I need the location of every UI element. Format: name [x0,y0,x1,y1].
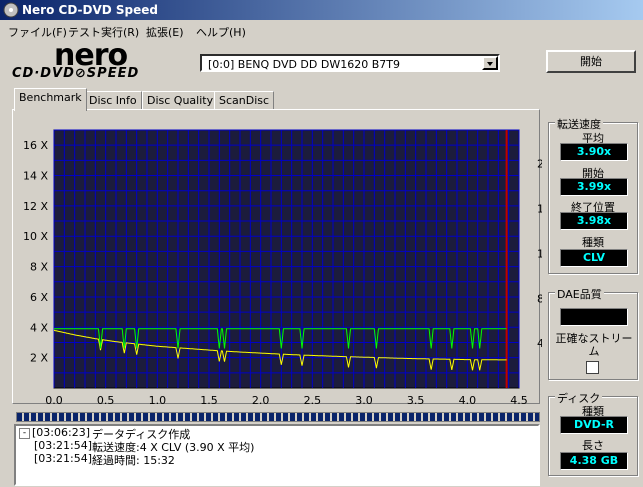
window-title: Nero CD-DVD Speed [22,3,158,17]
dae-quality-value [560,308,628,326]
type-value: CLV [560,249,628,267]
y-tick-label: 2 X [30,352,48,365]
x-tick-label: 0.5 [97,394,115,407]
progress-bar [16,412,540,422]
log-line-1-time: [03:21:54] [34,439,92,452]
app-icon [3,2,19,18]
menu-help[interactable]: ヘルプ(H) [196,24,246,40]
avg-value: 3.90x [560,143,628,161]
disc-group: ディスク 種類 DVD-R 長さ 4.38 GB [548,390,638,476]
y2-tick-label: 20 [537,158,542,171]
drive-select-value: [0:0] BENQ DVD DD DW1620 B7T9 [208,58,400,71]
x-tick-label: 2.5 [304,394,322,407]
y-tick-label: 4 X [30,321,48,334]
type-label: 種類 [582,236,604,249]
log-line-0-time: [03:06:23] [32,426,90,439]
accurate-stream-checkbox[interactable] [586,361,599,374]
x-tick-label: 4.5 [510,394,528,407]
log-expand-icon[interactable]: - [19,428,30,439]
disc-type-value: DVD-R [560,416,628,434]
disc-length-label: 長さ [582,439,604,452]
tab-disc-info[interactable]: Disc Info [84,91,142,110]
menu-bar: ファイル(F) テスト実行(R) 拡張(E) ヘルプ(H) [0,20,643,40]
dae-quality-title: DAE品質 [555,286,604,302]
x-tick-label: 3.0 [355,394,373,407]
y-tick-label: 14 X [23,170,48,183]
x-tick-label: 4.0 [459,394,477,407]
logo-cd-dvd-speed: CD·DVD⊘SPEED [12,66,140,81]
title-bar: Nero CD-DVD Speed [0,0,643,20]
tab-scandisc[interactable]: ScanDisc [214,91,275,110]
benchmark-chart: 2 X 4 X 6 X 8 X 10 X 12 X 14 X 16 X 4 8 12 16 20 0.0 0… [23,129,542,407]
y-tick-label: 10 X [23,230,48,243]
nero-logo: nero CD·DVD⊘SPEED [10,38,170,84]
dae-quality-group: DAE品質 正確なストリーム [548,286,638,380]
chevron-down-icon[interactable] [482,56,498,70]
x-tick-label: 2.0 [252,394,270,407]
x-tick-label: 3.5 [407,394,425,407]
disc-length-value: 4.38 GB [560,452,628,470]
start-button[interactable]: 開始 [546,50,636,73]
accurate-stream-label: 正確なストリーム [555,332,633,358]
y-tick-label: 6 X [30,291,48,304]
menu-extension[interactable]: 拡張(E) [146,24,184,40]
x-tick-label: 1.5 [200,394,218,407]
tab-benchmark[interactable]: Benchmark [14,88,87,111]
tab-disc-quality[interactable]: Disc Quality [142,91,219,110]
log-line-2-text: 経過時間: 15:32 [92,454,175,467]
drive-select[interactable]: [0:0] BENQ DVD DD DW1620 B7T9 [200,54,500,72]
y2-tick-label: 16 [537,203,542,216]
y-tick-label: 8 X [30,261,48,274]
y2-tick-label: 4 [537,337,542,350]
transfer-speed-group: 転送速度 平均 3.90x 開始 3.99x 終了位置 3.98x 種類 CLV [548,116,638,274]
log-panel: - [03:06:23] データディスク作成 [03:21:54] 転送速度:4… [14,424,540,486]
x-tick-label: 0.0 [45,394,63,407]
end-value: 3.98x [560,212,628,230]
start-value: 3.99x [560,178,628,196]
y-tick-label: 12 X [23,200,48,213]
log-line-2-time: [03:21:54] [34,452,92,465]
y-tick-label: 16 X [23,139,48,152]
y2-tick-label: 12 [537,247,542,260]
x-tick-label: 1.0 [149,394,167,407]
y2-tick-label: 8 [537,292,542,305]
